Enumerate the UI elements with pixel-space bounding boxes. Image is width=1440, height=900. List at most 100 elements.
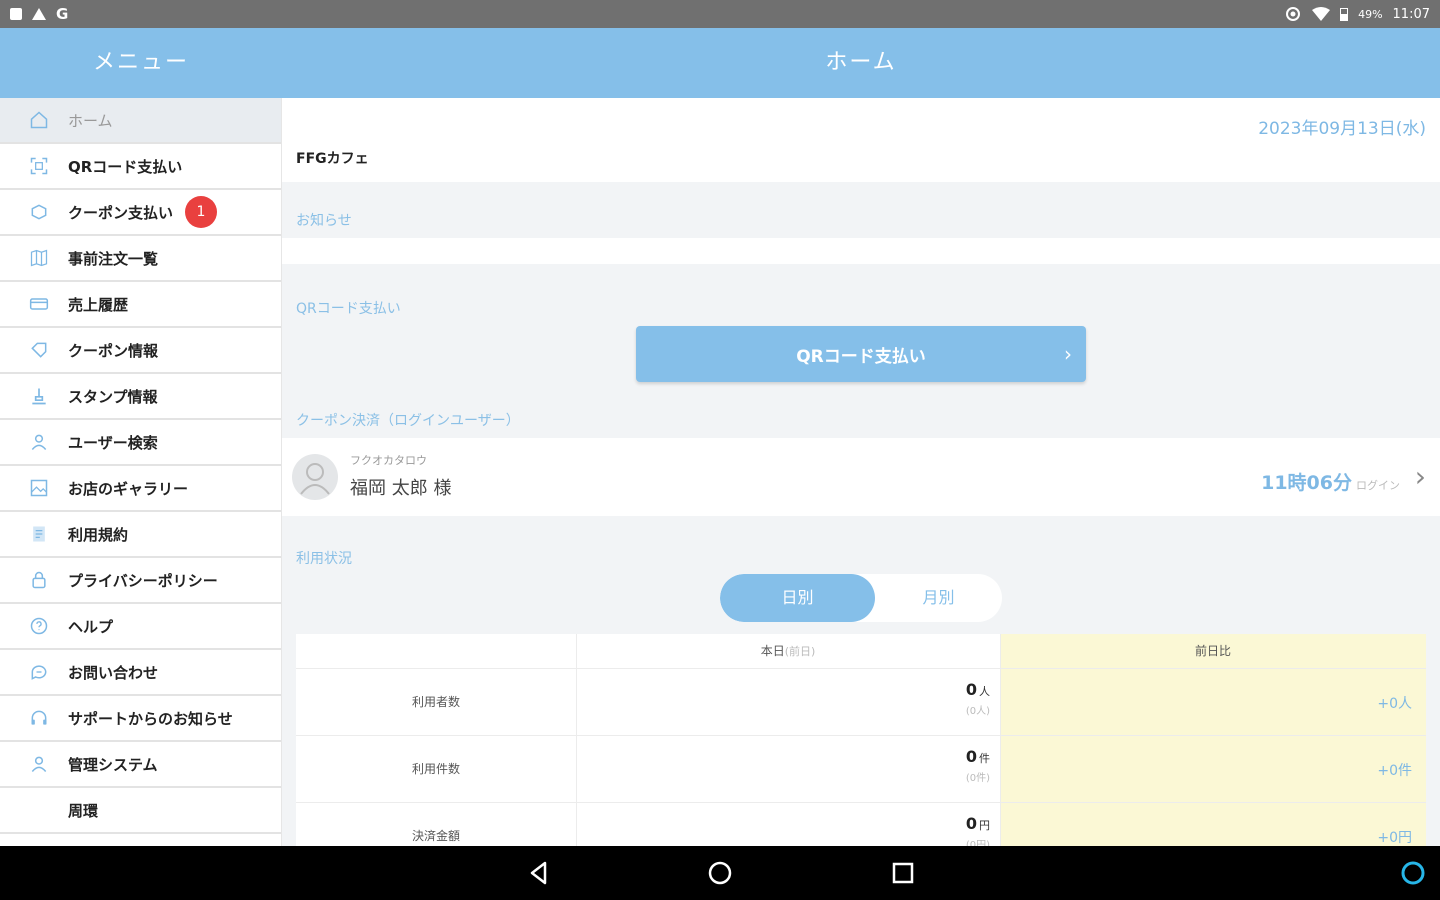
sidebar-item-label: 事前注文一覧 [68, 249, 159, 268]
user-name: 福岡 太郎 様 [350, 478, 452, 499]
avatar [292, 454, 338, 500]
battery-percent: 49% [1358, 7, 1383, 21]
sidebar-item-label: ユーザー検索 [68, 433, 158, 452]
row-previous-value: (0人) [965, 706, 990, 717]
notice-section-label: お知らせ [296, 213, 352, 229]
row-previous-value: (0円) [965, 840, 990, 846]
main-content: 2023年09月13日(水) FFGカフェ お知らせ QRコード支払い QRコー… [282, 98, 1440, 846]
row-divider [296, 735, 1426, 736]
help-icon [28, 615, 50, 637]
chat-icon [28, 661, 50, 683]
qr-section-label: QRコード支払い [296, 301, 401, 317]
row-value: 0円 [965, 814, 990, 833]
sidebar-item[interactable]: ホーム [0, 98, 281, 144]
row-diff: +0件 [1377, 763, 1412, 779]
shop-card: 2023年09月13日(水) FFGカフェ [282, 98, 1440, 182]
vpn-icon [1286, 7, 1301, 21]
row-label: 決済金額 [411, 829, 460, 843]
sidebar-item[interactable]: QRコード支払い [0, 144, 281, 190]
usage-table: 本日(前日) 前日比 利用者数 0 人 (0人) +0人 利用件数 0 件 (0件) +0件 決済金… [296, 634, 1426, 846]
chevron-right-icon: › [1414, 460, 1426, 493]
map-icon [28, 247, 50, 269]
chevron-right-icon: › [1064, 342, 1072, 366]
sidebar-item-label: お店のギャラリー [68, 479, 189, 498]
card-icon [28, 293, 50, 315]
recents-icon[interactable] [888, 858, 918, 888]
notification-icon [10, 8, 22, 20]
sidebar-item[interactable]: 管理システム [0, 742, 281, 788]
sidebar-item-label: お問い合わせ [68, 663, 159, 682]
admin-user-icon [28, 753, 50, 775]
sidebar-item[interactable]: 利用規約 [0, 512, 281, 558]
coupon-icon [28, 201, 50, 223]
logged-in-user-row[interactable]: フクオカタロウ 福岡 太郎 様 11時06分 ログイン › [282, 438, 1440, 516]
sidebar-item[interactable]: スタンプ情報 [0, 374, 281, 420]
sidebar-item-label: 周環 [68, 801, 99, 820]
sidebar-item-label: スタンプ情報 [68, 387, 158, 406]
sidebar-item-label: 利用規約 [68, 525, 129, 544]
menu-title: メニュー [92, 50, 189, 75]
sidebar-item[interactable]: プライバシーポリシー [0, 558, 281, 604]
sidebar-item-label: プライバシーポリシー [68, 571, 218, 590]
app-header: メニュー ホーム [0, 28, 1440, 98]
qr-payment-button-label: QRコード支払い [796, 346, 926, 367]
sidebar-item[interactable]: お問い合わせ [0, 650, 281, 696]
row-label: 利用者数 [411, 695, 460, 709]
clock: 11:07 [1392, 6, 1430, 22]
google-icon: G [56, 5, 69, 23]
sidebar-item[interactable]: ヘルプ [0, 604, 281, 650]
system-nav-bar [0, 846, 1440, 900]
sidebar-item-label: ホーム [68, 111, 113, 130]
column-header-compare: 前日比 [1194, 644, 1231, 658]
sidebar-item[interactable]: 事前注文一覧 [0, 236, 281, 282]
user-kana: フクオカタロウ [350, 454, 427, 467]
usage-section-label: 利用状況 [296, 551, 352, 567]
headset-icon [28, 707, 50, 729]
sidebar-item-label: QRコード支払い [68, 157, 183, 176]
sidebar-item-label: 管理システム [68, 755, 158, 774]
notification-badge: 1 [185, 196, 218, 228]
qr-scan-icon [28, 155, 50, 177]
back-icon[interactable] [524, 858, 554, 888]
home-nav-icon[interactable] [705, 858, 735, 888]
period-segmented-control: 日別 月別 [720, 574, 1002, 622]
user-search-icon [28, 431, 50, 453]
coupon-info-icon [28, 339, 50, 361]
row-divider [296, 668, 1426, 669]
stamp-icon [28, 385, 50, 407]
lock-icon [28, 569, 50, 591]
sidebar-item[interactable]: ユーザー検索 [0, 420, 281, 466]
sidebar-item[interactable]: 周環 [0, 788, 281, 834]
sidebar-item[interactable]: クーポン情報 [0, 328, 281, 374]
gallery-icon [28, 477, 50, 499]
terms-icon [28, 523, 50, 545]
battery-icon [1340, 7, 1349, 21]
page-title: ホーム [825, 50, 897, 75]
status-bar: G 49% 11:07 [0, 0, 1440, 28]
row-diff: +0人 [1377, 696, 1412, 712]
assistant-icon[interactable] [1398, 858, 1428, 888]
sidebar-item[interactable]: お店のギャラリー [0, 466, 281, 512]
login-time: 11時06分 ログイン [1261, 472, 1400, 494]
qr-payment-button[interactable]: QRコード支払い › [636, 326, 1086, 382]
home-icon [28, 109, 50, 131]
blank-icon [28, 799, 50, 821]
sidebar-menu: ホーム QRコード支払いクーポン支払い 1 事前注文一覧 売上履歴クーポン情報 スタンプ情… [0, 98, 282, 846]
sidebar-item-label: サポートからのお知らせ [68, 709, 233, 728]
current-date: 2023年09月13日(水) [1258, 119, 1426, 139]
sidebar-item[interactable]: 売上履歴 [0, 282, 281, 328]
column-header-today: 本日(前日) [760, 644, 816, 658]
warning-icon [32, 8, 46, 20]
sidebar-item-label: 売上履歴 [68, 295, 129, 314]
segment-daily[interactable]: 日別 [720, 574, 875, 622]
notice-list [282, 238, 1440, 264]
sidebar-item-label: ヘルプ [68, 617, 114, 636]
sidebar-item[interactable]: クーポン支払い 1 [0, 190, 281, 236]
row-diff: +0円 [1377, 830, 1412, 846]
segment-monthly[interactable]: 月別 [875, 574, 1002, 622]
row-divider [296, 802, 1426, 803]
sidebar-item-label: クーポン情報 [68, 341, 159, 360]
row-value: 0件 [965, 747, 990, 766]
sidebar-item[interactable]: サポートからのお知らせ [0, 696, 281, 742]
wifi-icon [1312, 7, 1331, 21]
